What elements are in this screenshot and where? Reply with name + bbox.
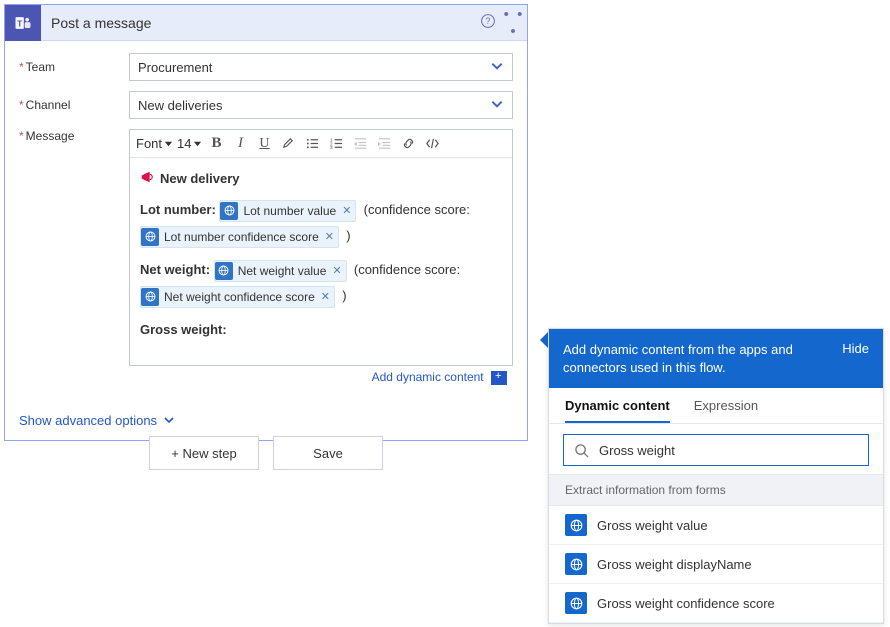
numbered-list-button[interactable]: 123 xyxy=(326,133,346,155)
channel-select[interactable]: New deliveries xyxy=(129,91,513,119)
editor-toolbar: Font 14 B I U 123 xyxy=(130,130,512,158)
message-line-grossw: Gross weight: xyxy=(140,317,502,343)
bullet-list-button[interactable] xyxy=(302,133,322,155)
svg-text:T: T xyxy=(17,18,22,28)
chevron-down-icon xyxy=(490,59,504,76)
channel-select-value: New deliveries xyxy=(138,98,223,113)
remove-token-icon[interactable]: ✕ xyxy=(342,198,351,224)
dc-item[interactable]: Gross weight value xyxy=(549,506,883,545)
search-icon xyxy=(574,443,589,458)
underline-button[interactable]: U xyxy=(254,133,274,155)
more-menu-icon[interactable]: • • • xyxy=(501,6,527,40)
italic-button[interactable]: I xyxy=(230,133,250,155)
dc-item-label: Gross weight displayName xyxy=(597,557,752,572)
svg-text:3: 3 xyxy=(330,145,333,150)
add-dynamic-content-button[interactable] xyxy=(491,371,507,385)
dynamic-content-panel: Add dynamic content from the apps and co… xyxy=(548,328,884,624)
field-label-message: *Message xyxy=(19,129,129,143)
teams-icon: T xyxy=(5,5,41,41)
dc-panel-header-text: Add dynamic content from the apps and co… xyxy=(563,341,832,376)
tab-expression[interactable]: Expression xyxy=(694,398,758,423)
dc-item-label: Gross weight confidence score xyxy=(597,596,775,611)
dc-tabs: Dynamic content Expression xyxy=(549,388,883,424)
ai-builder-icon xyxy=(565,553,587,575)
outdent-button[interactable] xyxy=(350,133,370,155)
highlight-button[interactable] xyxy=(278,133,298,155)
token-lot-conf[interactable]: Lot number confidence score ✕ xyxy=(140,226,339,248)
rich-text-editor: Font 14 B I U 123 xyxy=(129,129,513,366)
tab-dynamic-content[interactable]: Dynamic content xyxy=(565,398,670,423)
token-netw-conf[interactable]: Net weight confidence score ✕ xyxy=(140,286,335,308)
field-label-channel: *Channel xyxy=(19,98,129,112)
help-icon[interactable]: ? xyxy=(475,13,501,33)
dc-panel-header: Add dynamic content from the apps and co… xyxy=(549,329,883,388)
message-line-netw: Net weight: Net weight value ✕ (confiden… xyxy=(140,257,502,309)
token-lot-value[interactable]: Lot number value ✕ xyxy=(219,200,356,222)
font-size-select[interactable]: 14 xyxy=(177,133,202,155)
dc-section-header: Extract information from forms xyxy=(549,474,883,506)
ai-builder-icon xyxy=(141,228,159,246)
megaphone-icon xyxy=(140,170,154,187)
dc-item[interactable]: Gross weight displayName xyxy=(549,545,883,584)
remove-token-icon[interactable]: ✕ xyxy=(332,258,341,284)
editor-content[interactable]: New delivery Lot number: Lot number valu… xyxy=(130,158,512,365)
add-dynamic-content-link[interactable]: Add dynamic content xyxy=(372,370,484,384)
team-select-value: Procurement xyxy=(138,60,212,75)
code-view-button[interactable] xyxy=(422,133,442,155)
card-body: *Team Procurement *Channel New deliverie… xyxy=(5,41,527,409)
message-heading: New delivery xyxy=(140,170,502,187)
field-label-team: *Team xyxy=(19,60,129,74)
panel-pointer xyxy=(540,332,548,348)
chevron-down-icon xyxy=(490,97,504,114)
new-step-button[interactable]: + New step xyxy=(149,436,259,470)
dc-search-box[interactable] xyxy=(563,434,869,466)
svg-text:?: ? xyxy=(486,16,491,26)
team-select[interactable]: Procurement xyxy=(129,53,513,81)
token-netw-value[interactable]: Net weight value ✕ xyxy=(214,260,347,282)
footer-buttons: + New step Save xyxy=(4,436,528,470)
ai-builder-icon xyxy=(215,262,233,280)
ai-builder-icon xyxy=(565,514,587,536)
chevron-down-icon xyxy=(163,414,175,426)
dc-search-input[interactable] xyxy=(597,442,858,459)
dc-item[interactable]: Gross weight confidence score xyxy=(549,584,883,623)
dc-item-label: Gross weight value xyxy=(597,518,708,533)
link-button[interactable] xyxy=(398,133,418,155)
dc-panel-hide-link[interactable]: Hide xyxy=(842,341,869,356)
bold-button[interactable]: B xyxy=(206,133,226,155)
ai-builder-icon xyxy=(141,288,159,306)
font-family-select[interactable]: Font xyxy=(136,133,173,155)
indent-button[interactable] xyxy=(374,133,394,155)
message-line-lot: Lot number: Lot number value ✕ (confiden… xyxy=(140,197,502,249)
ai-builder-icon xyxy=(220,202,238,220)
action-card: T Post a message ? • • • *Team Procureme… xyxy=(4,4,528,441)
remove-token-icon[interactable]: ✕ xyxy=(325,224,334,250)
add-dynamic-content-row: Add dynamic content xyxy=(129,366,513,393)
card-title: Post a message xyxy=(41,15,475,31)
remove-token-icon[interactable]: ✕ xyxy=(321,284,330,310)
ai-builder-icon xyxy=(565,592,587,614)
card-header: T Post a message ? • • • xyxy=(5,5,527,41)
save-button[interactable]: Save xyxy=(273,436,383,470)
